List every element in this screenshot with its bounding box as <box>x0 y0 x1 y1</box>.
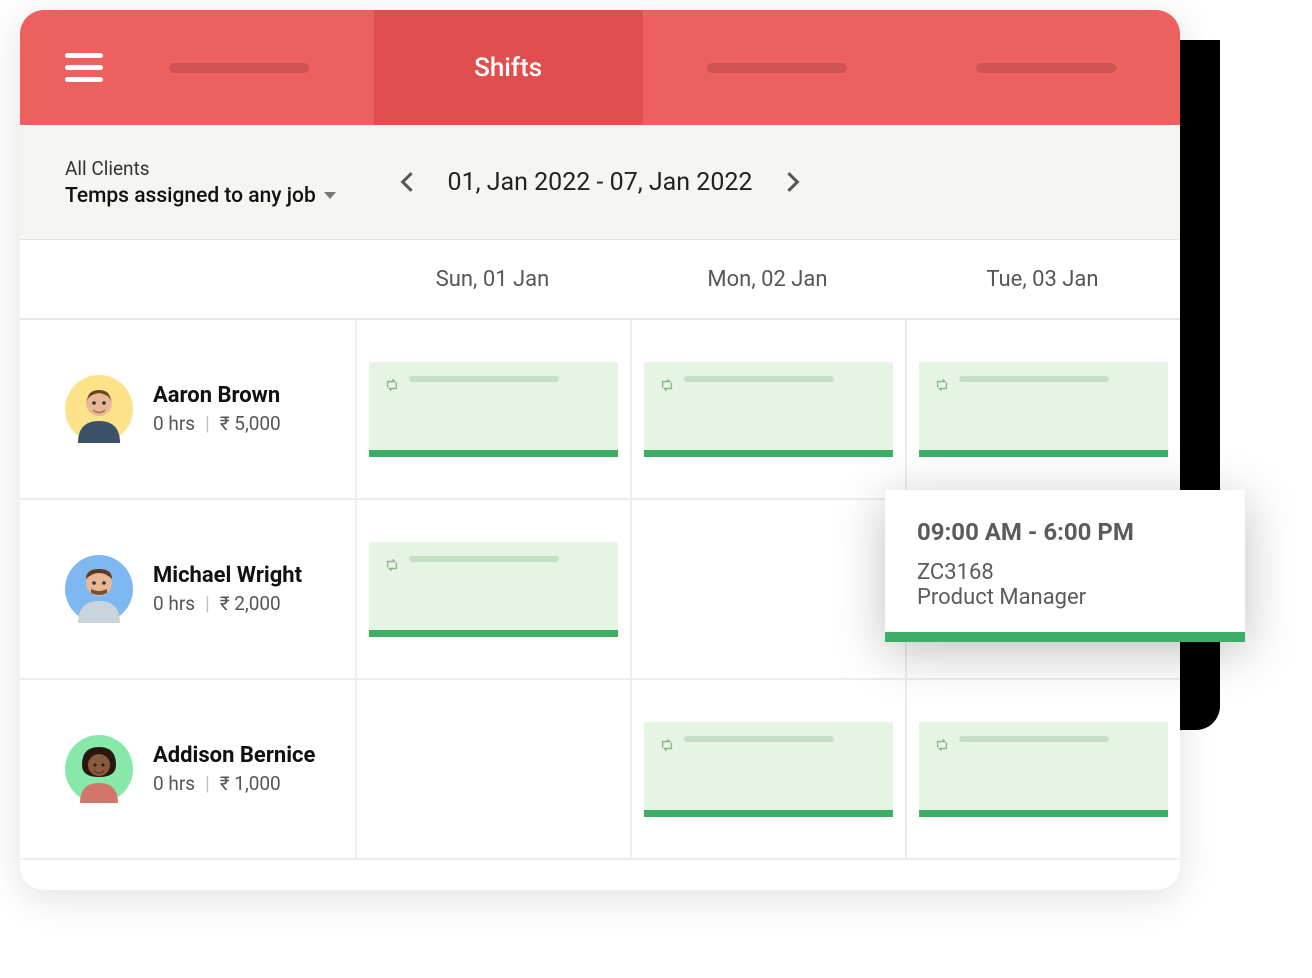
tab-placeholder-1[interactable] <box>105 10 374 125</box>
repeat-icon <box>935 738 949 752</box>
user-hours: 0 hrs <box>153 592 195 615</box>
day-cell[interactable] <box>630 500 905 678</box>
shift-placeholder-line <box>959 376 1109 382</box>
user-amount: ₹ 5,000 <box>220 412 281 435</box>
schedule-row: Aaron Brown 0 hrs | ₹ 5,000 <box>20 320 1180 500</box>
hamburger-menu-icon[interactable] <box>65 48 105 88</box>
shift-placeholder-line <box>409 376 559 382</box>
clients-filter-label: All Clients <box>65 157 336 180</box>
popup-job-code: ZC3168 <box>917 560 1213 585</box>
user-hours: 0 hrs <box>153 772 195 795</box>
shift-placeholder-line <box>959 736 1109 742</box>
chevron-right-icon[interactable] <box>780 172 800 192</box>
user-amount: ₹ 2,000 <box>220 592 281 615</box>
shift-placeholder-line <box>409 556 559 562</box>
day-cell[interactable] <box>630 680 905 858</box>
shift-detail-popup[interactable]: 09:00 AM - 6:00 PM ZC3168 Product Manage… <box>885 490 1245 642</box>
user-cell[interactable]: Michael Wright 0 hrs | ₹ 2,000 <box>20 500 355 678</box>
avatar <box>65 555 133 623</box>
tab-placeholder-2[interactable] <box>643 10 912 125</box>
meta-separator: | <box>205 592 210 615</box>
day-cell[interactable] <box>905 680 1180 858</box>
day-cell[interactable] <box>630 320 905 498</box>
user-amount: ₹ 1,000 <box>220 772 281 795</box>
repeat-icon <box>660 738 674 752</box>
user-name: Michael Wright <box>153 563 302 588</box>
shift-card[interactable] <box>644 722 893 817</box>
filter-bar: All Clients Temps assigned to any job 01… <box>20 125 1180 240</box>
shift-card[interactable] <box>644 362 893 457</box>
day-cell[interactable] <box>905 320 1180 498</box>
day-cell[interactable] <box>355 680 630 858</box>
user-column-spacer <box>20 240 355 318</box>
user-cell[interactable]: Aaron Brown 0 hrs | ₹ 5,000 <box>20 320 355 498</box>
assignment-dropdown[interactable]: Temps assigned to any job <box>65 184 336 208</box>
app-window: Shifts All Clients Temps assigned to any… <box>20 10 1180 890</box>
day-header: Sun, 01 Jan <box>355 240 630 318</box>
repeat-icon <box>660 378 674 392</box>
day-cell[interactable] <box>355 320 630 498</box>
tab-shifts[interactable]: Shifts <box>374 10 643 125</box>
shift-card[interactable] <box>369 362 618 457</box>
user-hours: 0 hrs <box>153 412 195 435</box>
assignment-dropdown-label: Temps assigned to any job <box>65 184 316 208</box>
tab-shifts-label: Shifts <box>474 53 542 83</box>
user-name: Aaron Brown <box>153 383 281 408</box>
popup-time-range: 09:00 AM - 6:00 PM <box>917 518 1213 546</box>
avatar <box>65 375 133 443</box>
date-range-label: 01, Jan 2022 - 07, Jan 2022 <box>448 168 753 197</box>
user-meta: 0 hrs | ₹ 2,000 <box>153 592 302 615</box>
schedule-row: Addison Bernice 0 hrs | ₹ 1,000 <box>20 680 1180 860</box>
shift-placeholder-line <box>684 736 834 742</box>
user-name: Addison Bernice <box>153 743 315 768</box>
repeat-icon <box>385 558 399 572</box>
user-cell[interactable]: Addison Bernice 0 hrs | ₹ 1,000 <box>20 680 355 858</box>
day-cell[interactable] <box>355 500 630 678</box>
calendar-column-headers: Sun, 01 Jan Mon, 02 Jan Tue, 03 Jan <box>20 240 1180 320</box>
avatar <box>65 735 133 803</box>
repeat-icon <box>935 378 949 392</box>
app-header: Shifts <box>20 10 1180 125</box>
date-navigator: 01, Jan 2022 - 07, Jan 2022 <box>404 168 797 197</box>
tab-placeholder-3[interactable] <box>911 10 1180 125</box>
tab-label-placeholder <box>976 63 1116 73</box>
shift-card[interactable] <box>369 542 618 637</box>
popup-job-role: Product Manager <box>917 585 1213 610</box>
popup-accent-bar <box>885 632 1245 642</box>
meta-separator: | <box>205 772 210 795</box>
shift-card[interactable] <box>919 722 1168 817</box>
tab-label-placeholder <box>707 63 847 73</box>
shift-card[interactable] <box>919 362 1168 457</box>
chevron-left-icon[interactable] <box>401 172 421 192</box>
top-tabs: Shifts <box>105 10 1180 125</box>
day-header: Tue, 03 Jan <box>905 240 1180 318</box>
user-meta: 0 hrs | ₹ 1,000 <box>153 772 315 795</box>
repeat-icon <box>385 378 399 392</box>
tab-label-placeholder <box>169 63 309 73</box>
user-meta: 0 hrs | ₹ 5,000 <box>153 412 281 435</box>
day-header: Mon, 02 Jan <box>630 240 905 318</box>
chevron-down-icon <box>324 192 336 199</box>
shift-placeholder-line <box>684 376 834 382</box>
filter-group: All Clients Temps assigned to any job <box>65 157 336 208</box>
meta-separator: | <box>205 412 210 435</box>
